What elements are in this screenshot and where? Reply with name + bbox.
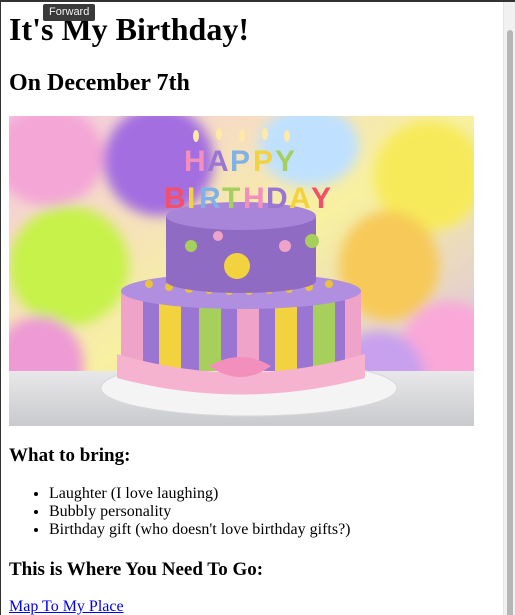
vertical-scrollbar[interactable] (503, 2, 515, 615)
svg-text:R: R (199, 182, 221, 215)
list-item: Bubbly personality (49, 503, 351, 521)
svg-text:Y: Y (275, 145, 295, 178)
svg-text:A: A (207, 145, 229, 178)
list-item: Laughter (I love laughing) (49, 485, 351, 503)
bring-list: Laughter (I love laughing) Bubbly person… (9, 485, 351, 539)
svg-text:B: B (164, 182, 186, 215)
list-item: Birthday gift (who doesn't love birthday… (49, 521, 351, 539)
page-subtitle: On December 7th (9, 70, 190, 96)
svg-text:H: H (243, 182, 265, 215)
svg-text:P: P (253, 145, 273, 178)
svg-text:I: I (187, 182, 195, 215)
svg-text:A: A (289, 182, 311, 215)
map-link[interactable]: Map To My Place (9, 598, 124, 615)
forward-tooltip: Forward (43, 4, 96, 21)
svg-text:Y: Y (311, 182, 331, 215)
svg-text:D: D (266, 182, 288, 215)
birthday-cake-image: H A P P Y B I R T H D A Y (9, 116, 474, 426)
svg-text:T: T (222, 182, 240, 215)
what-to-bring-heading: What to bring: (9, 445, 131, 466)
where-to-go-heading: This is Where You Need To Go: (9, 559, 264, 580)
scrollbar-thumb[interactable] (507, 30, 513, 615)
svg-text:H: H (184, 145, 206, 178)
svg-text:P: P (230, 145, 250, 178)
